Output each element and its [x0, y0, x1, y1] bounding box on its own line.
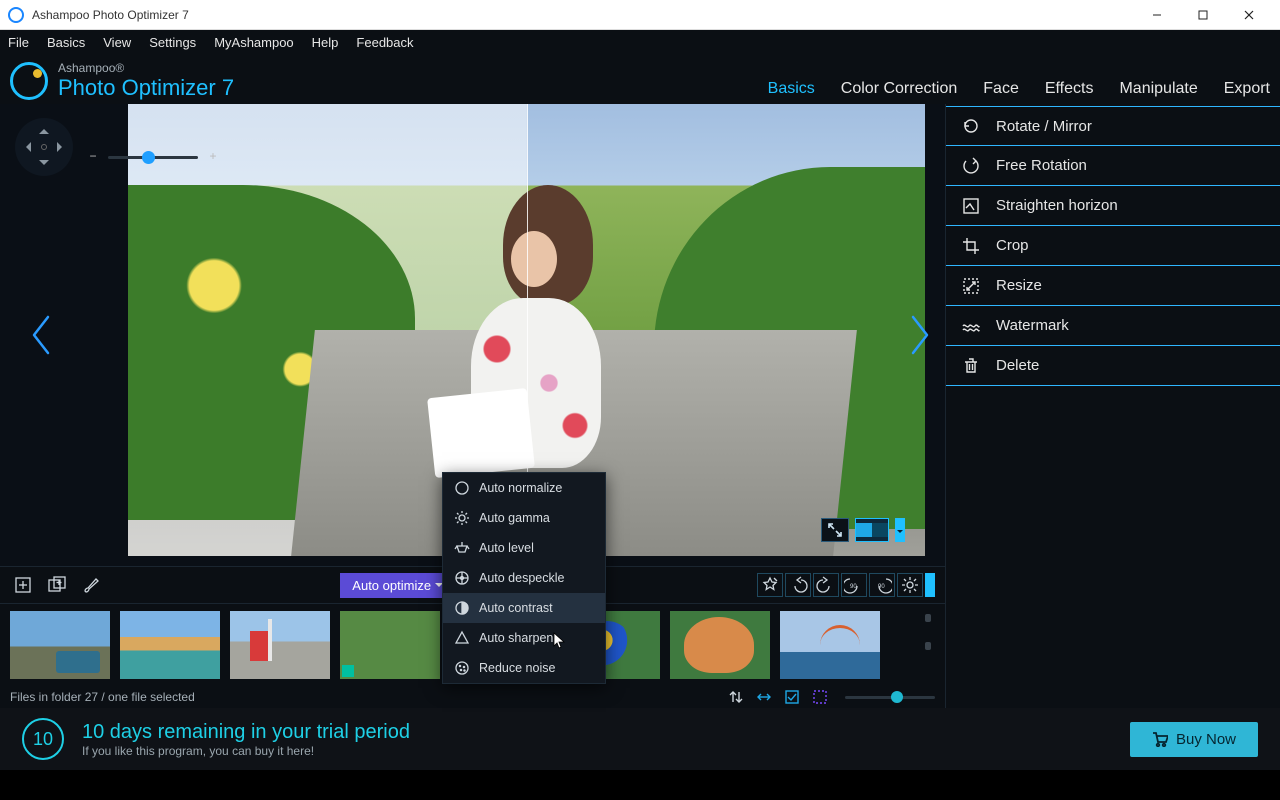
app-icon: [8, 7, 24, 23]
panel-straighten[interactable]: Straighten horizon: [946, 186, 1280, 226]
crop-icon: [960, 235, 982, 257]
titlebar: Ashampoo Photo Optimizer 7: [0, 0, 1280, 30]
auto-level[interactable]: Auto level: [443, 533, 605, 563]
thumbnail[interactable]: [230, 611, 330, 679]
mouse-cursor-icon: [553, 632, 565, 650]
trash-icon: [960, 355, 982, 377]
trial-days-badge: 10: [22, 718, 64, 760]
panel-watermark[interactable]: Watermark: [946, 306, 1280, 346]
menu-feedback[interactable]: Feedback: [356, 35, 413, 50]
brand-line2: Photo Optimizer 7: [58, 76, 234, 100]
thumbnail[interactable]: [670, 611, 770, 679]
menu-help[interactable]: Help: [312, 35, 339, 50]
zoom-out-icon[interactable]: −: [86, 150, 100, 164]
resize-icon: [960, 275, 982, 297]
auto-gamma[interactable]: Auto gamma: [443, 503, 605, 533]
status-bar: Files in folder 27 / one file selected: [0, 686, 945, 708]
status-text: Files in folder 27 / one file selected: [10, 690, 195, 704]
main-tabs: Basics Color Correction Face Effects Man…: [768, 80, 1270, 104]
thumb-scrollbar[interactable]: [925, 614, 931, 674]
auto-sharpen[interactable]: Auto sharpen: [443, 623, 605, 653]
select-all-button[interactable]: [783, 688, 801, 706]
tab-color-correction[interactable]: Color Correction: [841, 80, 957, 98]
straighten-icon: [960, 195, 982, 217]
favorite-button[interactable]: [757, 573, 783, 597]
add-image-button[interactable]: [10, 572, 36, 598]
next-photo-button[interactable]: [905, 305, 935, 365]
zoom-in-icon[interactable]: +: [206, 150, 220, 164]
tab-face[interactable]: Face: [983, 80, 1019, 98]
panel-free-rotation[interactable]: Free Rotation: [946, 146, 1280, 186]
auto-normalize[interactable]: Auto normalize: [443, 473, 605, 503]
thumb-size-slider[interactable]: [845, 696, 935, 699]
reduce-noise[interactable]: Reduce noise: [443, 653, 605, 683]
compare-mode-button[interactable]: [855, 518, 889, 542]
panel-delete[interactable]: Delete: [946, 346, 1280, 386]
svg-text:90: 90: [850, 584, 857, 590]
buy-now-button[interactable]: Buy Now: [1130, 722, 1258, 757]
add-folder-button[interactable]: [44, 572, 70, 598]
selection-box-button[interactable]: [811, 688, 829, 706]
settings-gear-button[interactable]: [897, 573, 923, 597]
auto-despeckle[interactable]: Auto despeckle: [443, 563, 605, 593]
viewer: − +: [0, 104, 945, 566]
panel-resize[interactable]: Resize: [946, 266, 1280, 306]
fullscreen-button[interactable]: [821, 518, 849, 542]
menu-settings[interactable]: Settings: [149, 35, 196, 50]
auto-contrast[interactable]: Auto contrast: [443, 593, 605, 623]
window-title: Ashampoo Photo Optimizer 7: [32, 8, 1134, 22]
compare-dropdown[interactable]: [895, 518, 905, 542]
maximize-button[interactable]: [1180, 0, 1226, 30]
selected-check-icon: [342, 665, 354, 677]
tools-dropdown[interactable]: [925, 573, 935, 597]
brush-tool-button[interactable]: [78, 572, 104, 598]
menu-myashampoo[interactable]: MyAshampoo: [214, 35, 293, 50]
tab-basics[interactable]: Basics: [768, 80, 815, 98]
panel-rotate-mirror[interactable]: Rotate / Mirror: [946, 106, 1280, 146]
menubar: File Basics View Settings MyAshampoo Hel…: [0, 30, 1280, 54]
trial-headline: 10 days remaining in your trial period: [82, 721, 410, 744]
menu-view[interactable]: View: [103, 35, 131, 50]
redo-button[interactable]: [813, 573, 839, 597]
header: Ashampoo® Photo Optimizer 7 Basics Color…: [0, 54, 1280, 104]
basics-panel: Rotate / Mirror Free Rotation Straighten…: [945, 104, 1280, 708]
tab-export[interactable]: Export: [1224, 80, 1270, 98]
pan-pad[interactable]: [15, 118, 73, 176]
tab-manipulate[interactable]: Manipulate: [1119, 80, 1197, 98]
minimize-button[interactable]: [1134, 0, 1180, 30]
auto-optimize-menu: Auto normalize Auto gamma Auto level Aut…: [442, 472, 606, 684]
trial-banner: 10 10 days remaining in your trial perio…: [0, 708, 1280, 770]
fit-width-button[interactable]: [755, 688, 773, 706]
sort-button[interactable]: [727, 688, 745, 706]
panel-crop[interactable]: Crop: [946, 226, 1280, 266]
free-rotation-icon: [960, 155, 982, 177]
prev-photo-button[interactable]: [26, 305, 56, 365]
brand-line1: Ashampoo®: [58, 62, 234, 75]
cart-icon: [1152, 731, 1168, 747]
brand-logo: [10, 62, 48, 100]
rotate-right-button[interactable]: 90: [869, 573, 895, 597]
thumbnail[interactable]: [340, 611, 440, 679]
thumbnail[interactable]: [780, 611, 880, 679]
tab-effects[interactable]: Effects: [1045, 80, 1094, 98]
menu-file[interactable]: File: [8, 35, 29, 50]
undo-button[interactable]: [785, 573, 811, 597]
thumbnail[interactable]: [120, 611, 220, 679]
close-button[interactable]: [1226, 0, 1272, 30]
thumbnail[interactable]: [10, 611, 110, 679]
watermark-icon: [960, 315, 982, 337]
rotate-icon: [960, 115, 982, 137]
trial-subtext: If you like this program, you can buy it…: [82, 744, 410, 758]
zoom-slider[interactable]: − +: [86, 150, 220, 164]
svg-text:90: 90: [878, 584, 885, 590]
rotate-left-button[interactable]: 90: [841, 573, 867, 597]
menu-basics[interactable]: Basics: [47, 35, 85, 50]
auto-optimize-button[interactable]: Auto optimize: [340, 573, 455, 598]
